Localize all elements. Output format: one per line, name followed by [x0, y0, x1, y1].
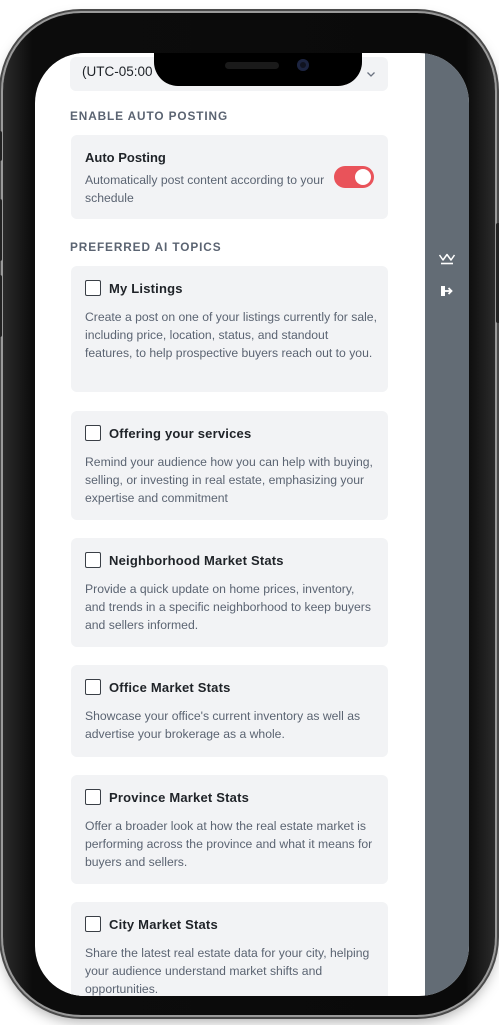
- topic-description: Showcase your office's current inventory…: [85, 709, 361, 741]
- topic-card-neighborhood-stats: Neighborhood Market Stats Provide a quic…: [71, 538, 388, 647]
- topic-title: City Market Stats: [109, 916, 218, 932]
- ai-topics-heading: PREFERRED AI TOPICS: [70, 240, 222, 254]
- logout-icon[interactable]: [437, 281, 457, 301]
- topic-title: My Listings: [109, 280, 183, 296]
- topic-title: Neighborhood Market Stats: [109, 552, 284, 568]
- topic-description: Remind your audience how you can help wi…: [85, 455, 373, 505]
- topic-card-city-stats: City Market Stats Share the latest real …: [71, 902, 388, 996]
- notch: [154, 53, 362, 86]
- silent-switch: [0, 131, 2, 161]
- toggle-knob: [355, 169, 371, 185]
- front-camera: [297, 59, 309, 71]
- auto-posting-description: Automatically post content according to …: [85, 173, 325, 205]
- speaker: [225, 62, 279, 69]
- volume-down-button: [0, 275, 2, 337]
- auto-posting-heading: ENABLE AUTO POSTING: [70, 109, 229, 123]
- topic-title: Province Market Stats: [109, 789, 250, 805]
- topic-card-offering-services: Offering your services Remind your audie…: [71, 411, 388, 520]
- topic-title: Office Market Stats: [109, 679, 231, 695]
- volume-up-button: [0, 199, 2, 261]
- phone-frame: (UTC-05:00 ENABLE AUTO POSTING Auto Post…: [0, 13, 499, 1015]
- topic-description: Offer a broader look at how the real est…: [85, 819, 373, 869]
- auto-posting-card: Auto Posting Automatically post content …: [71, 135, 388, 219]
- phone-screen: (UTC-05:00 ENABLE AUTO POSTING Auto Post…: [35, 53, 469, 996]
- timezone-value: (UTC-05:00: [82, 64, 153, 79]
- auto-posting-toggle[interactable]: [334, 166, 374, 188]
- topic-card-province-stats: Province Market Stats Offer a broader lo…: [71, 775, 388, 884]
- topic-title: Offering your services: [109, 425, 252, 441]
- topic-checkbox-offering-services[interactable]: [85, 425, 101, 441]
- chevron-down-icon: [367, 72, 375, 77]
- auto-posting-title: Auto Posting: [85, 150, 166, 165]
- topic-checkbox-my-listings[interactable]: [85, 280, 101, 296]
- settings-panel: (UTC-05:00 ENABLE AUTO POSTING Auto Post…: [48, 53, 412, 996]
- side-rail: [425, 53, 469, 996]
- topic-checkbox-office-stats[interactable]: [85, 679, 101, 695]
- topic-checkbox-city-stats[interactable]: [85, 916, 101, 932]
- crown-icon[interactable]: [437, 249, 457, 269]
- topic-description: Create a post on one of your listings cu…: [85, 310, 377, 360]
- topic-card-office-stats: Office Market Stats Showcase your office…: [71, 665, 388, 757]
- topic-card-my-listings: My Listings Create a post on one of your…: [71, 266, 388, 392]
- topic-checkbox-neighborhood-stats[interactable]: [85, 552, 101, 568]
- topic-description: Provide a quick update on home prices, i…: [85, 582, 371, 632]
- topic-checkbox-province-stats[interactable]: [85, 789, 101, 805]
- topic-description: Share the latest real estate data for yo…: [85, 946, 370, 996]
